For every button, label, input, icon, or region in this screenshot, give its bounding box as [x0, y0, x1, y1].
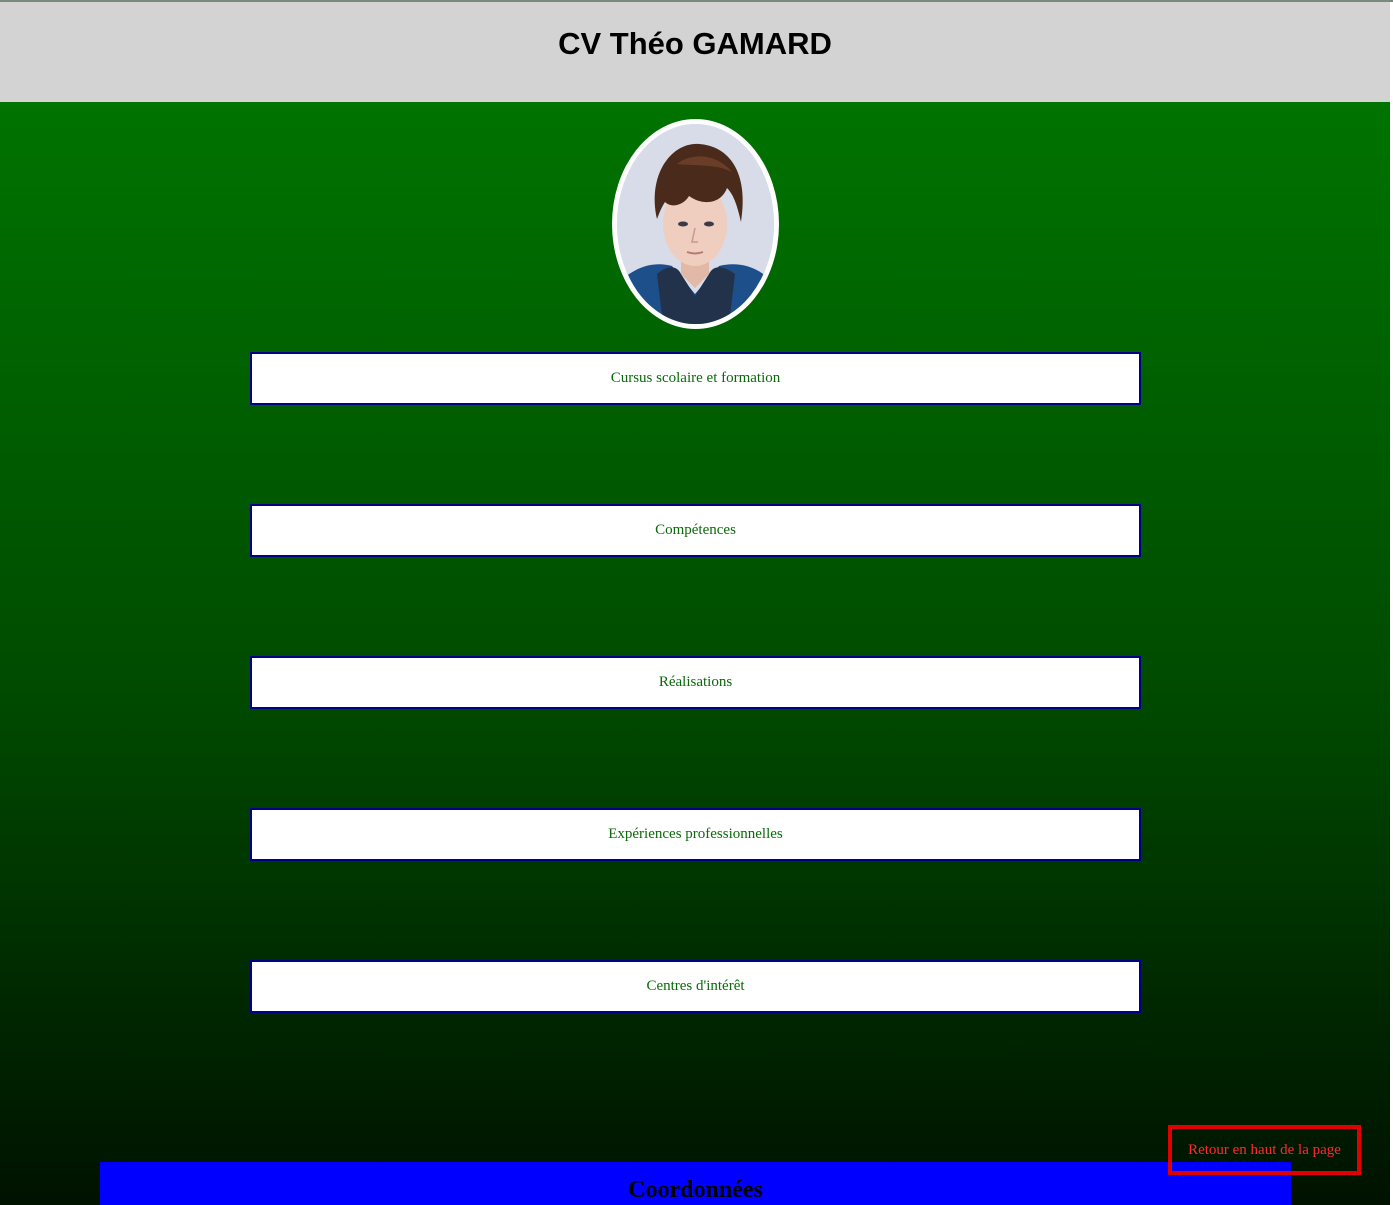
section-centres-interet-button[interactable]: Centres d'intérêt	[250, 960, 1141, 1013]
portrait-icon	[617, 124, 774, 324]
page-header: CV Théo GAMARD	[0, 2, 1390, 102]
profile-photo-frame	[612, 119, 779, 329]
page-background: CV Théo GAMARD Cursus scolaire et format…	[0, 0, 1393, 1205]
page-title: CV Théo GAMARD	[558, 26, 832, 61]
contact-title: Coordonnées	[628, 1177, 763, 1203]
section-competences-button[interactable]: Compétences	[250, 504, 1141, 557]
section-cursus-button[interactable]: Cursus scolaire et formation	[250, 352, 1141, 405]
section-realisations-button[interactable]: Réalisations	[250, 656, 1141, 709]
profile-photo	[617, 124, 774, 324]
back-to-top-link[interactable]: Retour en haut de la page	[1168, 1125, 1361, 1175]
contact-section: Coordonnées	[100, 1162, 1291, 1205]
section-experiences-button[interactable]: Expériences professionnelles	[250, 808, 1141, 861]
